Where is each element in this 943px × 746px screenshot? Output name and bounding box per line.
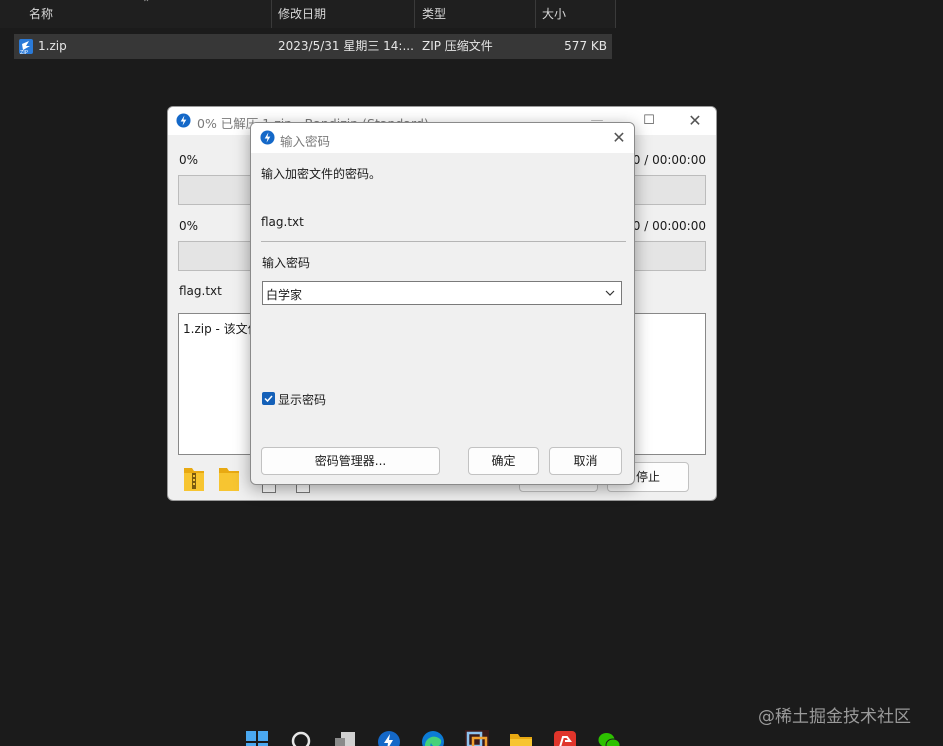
divider bbox=[261, 241, 626, 242]
maximize-button[interactable]: ☐ bbox=[638, 110, 660, 132]
file-type: ZIP 压缩文件 bbox=[422, 39, 493, 53]
password-manager-label: 密码管理器... bbox=[314, 454, 387, 468]
password-label: 输入密码 bbox=[262, 256, 311, 270]
column-header-size-label: 大小 bbox=[542, 7, 567, 21]
taskbar bbox=[0, 716, 943, 746]
sort-ascending-icon: ⌃ bbox=[142, 0, 151, 9]
bandizip-icon bbox=[260, 130, 275, 145]
column-header-date[interactable]: 修改日期 bbox=[271, 0, 415, 28]
checkmark-icon bbox=[264, 395, 273, 403]
password-combobox[interactable]: 白学家 bbox=[262, 281, 622, 305]
wps-icon[interactable] bbox=[553, 730, 577, 746]
file-row[interactable]: ZIP 1.zip 2023/5/31 星期三 14:... ZIP 压缩文件 … bbox=[14, 34, 612, 59]
file-percent: 0% bbox=[179, 219, 199, 233]
column-header-type[interactable]: 类型 bbox=[415, 0, 536, 28]
svg-text:ZIP: ZIP bbox=[20, 50, 28, 55]
edge-icon[interactable] bbox=[421, 730, 445, 746]
ok-button[interactable]: 确定 bbox=[468, 447, 539, 475]
ok-label: 确定 bbox=[491, 454, 516, 468]
windows-start-icon[interactable] bbox=[245, 730, 269, 746]
zip-folder-icon[interactable] bbox=[182, 465, 206, 493]
file-name: 1.zip bbox=[38, 39, 67, 53]
cancel-button[interactable]: 取消 bbox=[549, 447, 622, 475]
chevron-down-icon[interactable] bbox=[603, 285, 617, 301]
search-icon[interactable] bbox=[290, 730, 314, 746]
column-header-size[interactable]: 大小 bbox=[535, 0, 616, 28]
total-percent: 0% bbox=[179, 153, 199, 167]
password-value: 白学家 bbox=[266, 288, 303, 302]
cancel-label: 取消 bbox=[573, 454, 598, 468]
file-date: 2023/5/31 星期三 14:... bbox=[278, 39, 414, 53]
stop-button-label: 停止 bbox=[635, 470, 660, 484]
bandizip-icon bbox=[176, 113, 191, 128]
close-button[interactable]: ✕ bbox=[684, 110, 706, 132]
column-header-type-label: 类型 bbox=[422, 7, 447, 21]
bandizip-icon[interactable] bbox=[377, 730, 401, 746]
log-text: 1.zip - 该文件 bbox=[183, 322, 260, 336]
file-explorer-icon[interactable] bbox=[509, 730, 533, 746]
explorer-column-header: 名称 ⌃ 修改日期 类型 大小 bbox=[0, 0, 616, 28]
current-file-label: flag.txt bbox=[179, 284, 222, 298]
password-manager-button[interactable]: 密码管理器... bbox=[261, 447, 440, 475]
zip-file-icon: ZIP bbox=[19, 39, 33, 55]
encrypted-filename: flag.txt bbox=[261, 215, 304, 229]
dialog-close-button[interactable]: ✕ bbox=[608, 127, 630, 149]
file-size: 577 KB bbox=[564, 39, 607, 53]
task-view-icon[interactable] bbox=[333, 730, 357, 746]
vmware-icon[interactable] bbox=[465, 730, 489, 746]
column-header-name-label: 名称 bbox=[29, 7, 54, 21]
wechat-icon[interactable] bbox=[597, 730, 621, 746]
dialog-titlebar[interactable]: 输入密码 ✕ bbox=[251, 123, 634, 153]
password-dialog: 输入密码 ✕ 输入加密文件的密码。 flag.txt 输入密码 白学家 显示密码… bbox=[250, 122, 635, 485]
dialog-prompt: 输入加密文件的密码。 bbox=[261, 167, 382, 181]
show-password-checkbox[interactable] bbox=[262, 392, 275, 405]
dialog-title: 输入密码 bbox=[280, 134, 331, 149]
column-header-date-label: 修改日期 bbox=[278, 7, 327, 21]
open-folder-icon[interactable] bbox=[217, 465, 241, 493]
show-password-label[interactable]: 显示密码 bbox=[278, 391, 326, 408]
